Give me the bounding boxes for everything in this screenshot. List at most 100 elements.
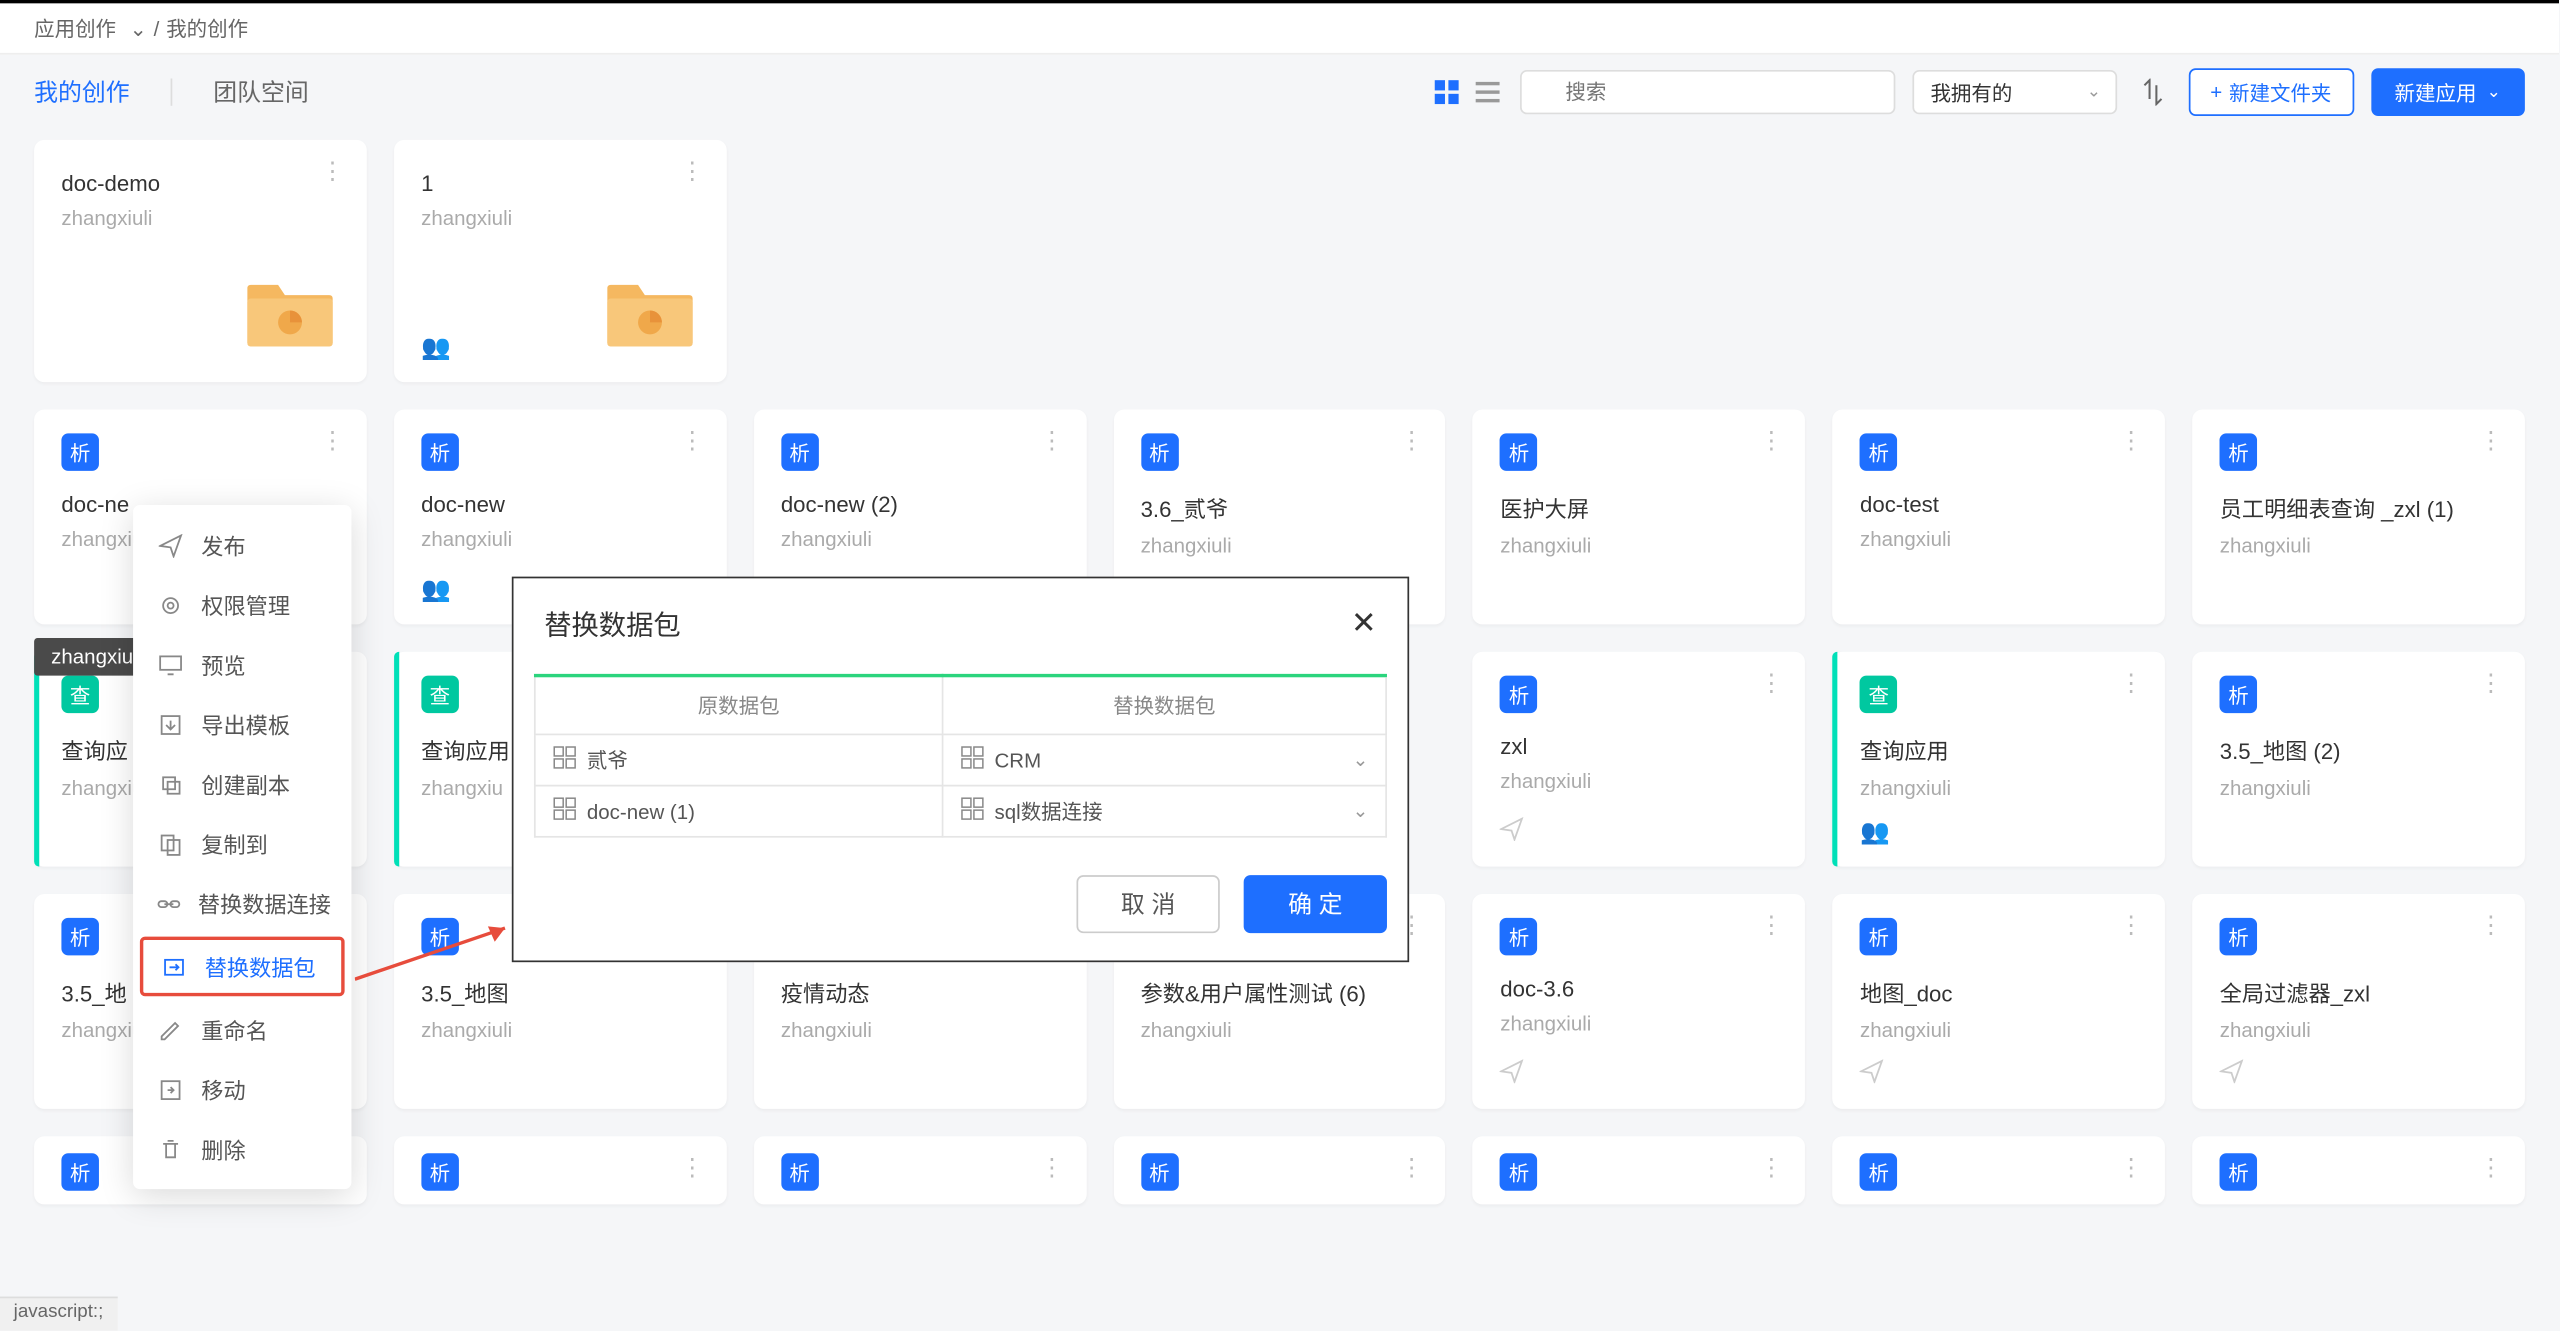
package-table: 原数据包 替换数据包 贰爷 CRM⌄ doc-new (1) sql数据连接⌄ xyxy=(534,674,1387,838)
col-original: 原数据包 xyxy=(535,676,943,735)
trash-icon xyxy=(157,1135,184,1162)
app-card[interactable]: ⋮析 xyxy=(1473,1136,1805,1204)
app-card[interactable]: ⋮析医护大屏zhangxiuli xyxy=(1473,409,1805,624)
more-icon[interactable]: ⋮ xyxy=(680,1153,706,1182)
menu-item-trash[interactable]: 删除 xyxy=(133,1119,351,1179)
view-toggle xyxy=(1431,77,1503,108)
breadcrumb-sep: / xyxy=(154,16,160,40)
chevron-down-icon: ⌄ xyxy=(2087,83,2101,102)
more-icon[interactable]: ⋮ xyxy=(1759,1153,1785,1182)
menu-item-plane[interactable]: 发布 xyxy=(133,515,351,575)
menu-item-label: 创建副本 xyxy=(201,768,290,800)
more-icon[interactable]: ⋮ xyxy=(2119,911,2145,940)
more-icon[interactable]: ⋮ xyxy=(1400,427,1426,456)
tab-my-creations[interactable]: 我的创作 xyxy=(34,75,130,109)
menu-item-link[interactable]: 替换数据连接 xyxy=(133,873,351,933)
card-owner: zhangxiuli xyxy=(1860,776,2138,800)
app-card[interactable]: ⋮析 xyxy=(394,1136,726,1204)
sort-icon[interactable] xyxy=(2133,73,2171,111)
new-folder-button[interactable]: + 新建文件夹 xyxy=(2188,68,2354,116)
app-card[interactable]: ⋮析 xyxy=(1833,1136,2165,1204)
owner-filter-dropdown[interactable]: 我拥有的 ⌄ xyxy=(1912,70,2117,114)
app-card[interactable]: ⋮析 xyxy=(754,1136,1086,1204)
close-icon[interactable]: ✕ xyxy=(1351,605,1377,641)
more-icon[interactable]: ⋮ xyxy=(2479,669,2505,698)
menu-item-label: 复制到 xyxy=(201,827,268,859)
more-icon[interactable]: ⋮ xyxy=(2119,669,2145,698)
more-icon[interactable]: ⋮ xyxy=(1759,911,1785,940)
app-card[interactable]: ⋮析doc-3.6zhangxiuli xyxy=(1473,894,1805,1109)
card-title: 1 xyxy=(421,171,699,197)
breadcrumb-current: 我的创作 xyxy=(166,14,248,43)
ok-button[interactable]: 确 定 xyxy=(1244,875,1387,933)
replace-package-modal: 替换数据包 ✕ 原数据包 替换数据包 贰爷 CRM⌄ doc-new (1) s… xyxy=(512,577,1409,963)
app-card[interactable]: ⋮析地图_doczhangxiuli xyxy=(1833,894,2165,1109)
menu-item-label: 替换数据连接 xyxy=(198,887,331,919)
app-card[interactable]: ⋮查查询应用zhangxiuli👥 xyxy=(1833,652,2165,867)
app-type-badge: 析 xyxy=(1500,918,1538,956)
app-card[interactable]: ⋮析 xyxy=(2192,1136,2524,1204)
menu-item-export[interactable]: 导出模板 xyxy=(133,694,351,754)
more-icon[interactable]: ⋮ xyxy=(2479,1153,2505,1182)
app-type-badge: 析 xyxy=(781,433,819,471)
more-icon[interactable]: ⋮ xyxy=(320,157,346,186)
cancel-button[interactable]: 取 消 xyxy=(1076,875,1219,933)
app-card[interactable]: ⋮析 xyxy=(1113,1136,1445,1204)
menu-item-gear[interactable]: 权限管理 xyxy=(133,575,351,635)
menu-item-label: 发布 xyxy=(201,529,245,561)
more-icon[interactable]: ⋮ xyxy=(2119,427,2145,456)
app-type-badge: 查 xyxy=(421,676,459,714)
menu-item-copy[interactable]: 创建副本 xyxy=(133,754,351,814)
search-input[interactable] xyxy=(1519,70,1894,114)
breadcrumb-root[interactable]: 应用创作 xyxy=(34,14,116,43)
app-card[interactable]: ⋮析全局过滤器_zxlzhangxiuli xyxy=(2192,894,2524,1109)
more-icon[interactable]: ⋮ xyxy=(1759,669,1785,698)
app-card[interactable]: ⋮析doc-testzhangxiuli xyxy=(1833,409,2165,624)
plus-icon: + xyxy=(2210,80,2222,104)
more-icon[interactable]: ⋮ xyxy=(680,157,706,186)
replace-package-select[interactable]: sql数据连接⌄ xyxy=(942,786,1386,837)
move-icon xyxy=(157,1076,184,1103)
menu-item-label: 权限管理 xyxy=(201,589,290,621)
card-title: 3.5_地图 xyxy=(421,976,699,1008)
app-type-badge: 析 xyxy=(2220,433,2258,471)
more-icon[interactable]: ⋮ xyxy=(1759,427,1785,456)
more-icon[interactable]: ⋮ xyxy=(1040,1153,1066,1182)
grid-view-icon[interactable] xyxy=(1431,77,1462,108)
new-app-button[interactable]: 新建应用 ⌄ xyxy=(2371,68,2525,116)
folder-card[interactable]: ⋮ doc-demo zhangxiuli xyxy=(34,140,366,382)
menu-item-copyto[interactable]: 复制到 xyxy=(133,814,351,874)
card-owner: zhangxiuli xyxy=(421,206,699,230)
more-icon[interactable]: ⋮ xyxy=(1040,427,1066,456)
folder-card[interactable]: ⋮ 1 zhangxiuli 👥 xyxy=(394,140,726,382)
replace-package-select[interactable]: CRM⌄ xyxy=(942,734,1386,785)
more-icon[interactable]: ⋮ xyxy=(680,427,706,456)
app-type-badge: 析 xyxy=(421,1153,459,1191)
breadcrumb: 应用创作 ⌄ / 我的创作 xyxy=(0,3,2559,54)
app-type-badge: 析 xyxy=(2220,676,2258,714)
menu-item-move[interactable]: 移动 xyxy=(133,1059,351,1119)
chevron-down-icon[interactable]: ⌄ xyxy=(130,16,147,40)
menu-item-rename[interactable]: 重命名 xyxy=(133,1000,351,1060)
chevron-down-icon: ⌄ xyxy=(2487,83,2501,102)
card-title: 3.5_地图 (2) xyxy=(2220,734,2498,766)
more-icon[interactable]: ⋮ xyxy=(2479,427,2505,456)
menu-item-monitor[interactable]: 预览 xyxy=(133,635,351,695)
tab-team-space[interactable]: 团队空间 xyxy=(213,75,309,109)
more-icon[interactable]: ⋮ xyxy=(320,427,346,456)
app-card[interactable]: ⋮析员工明细表查询 _zxl (1)zhangxiuli xyxy=(2192,409,2524,624)
rename-icon xyxy=(157,1016,184,1043)
app-card[interactable]: ⋮ 析 3.5_地图 (2) zhangxiuli xyxy=(2192,652,2524,867)
more-icon[interactable]: ⋮ xyxy=(2479,911,2505,940)
more-icon[interactable]: ⋮ xyxy=(1400,1153,1426,1182)
card-title: 全局过滤器_zxl xyxy=(2220,976,2498,1008)
card-owner: zhangxiuli xyxy=(781,527,1059,551)
list-view-icon[interactable] xyxy=(1472,77,1503,108)
more-icon[interactable]: ⋮ xyxy=(2119,1153,2145,1182)
card-owner: zhangxiuli xyxy=(1141,534,1419,558)
card-owner: zhangxiuli xyxy=(2220,776,2498,800)
package-icon xyxy=(553,797,577,826)
menu-item-label: 重命名 xyxy=(201,1013,268,1045)
menu-item-replace[interactable]: 替换数据包 xyxy=(140,937,345,997)
app-card[interactable]: ⋮析zxlzhangxiuli xyxy=(1473,652,1805,867)
